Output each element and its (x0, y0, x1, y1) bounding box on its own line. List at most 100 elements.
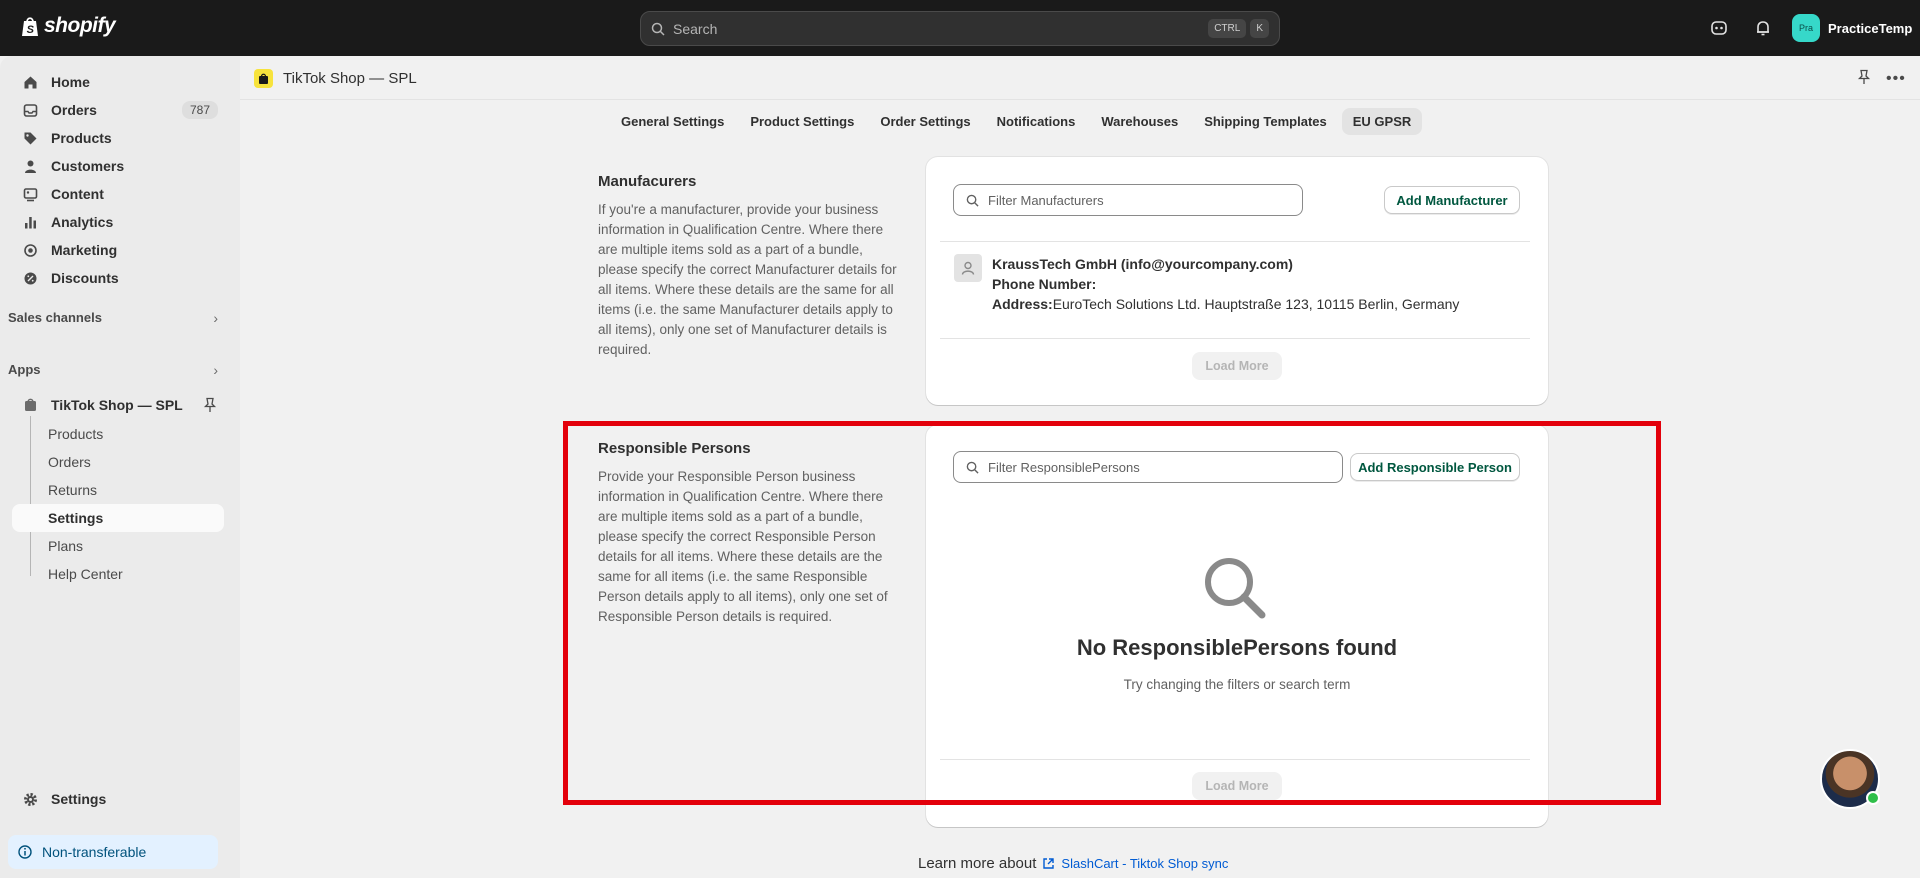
sidebar-item-products[interactable]: Products (12, 125, 224, 151)
sidebar-item-label: Marketing (51, 242, 118, 258)
tab-product-settings[interactable]: Product Settings (739, 108, 865, 135)
tab-notifications[interactable]: Notifications (986, 108, 1087, 135)
sidebar-item-customers[interactable]: Customers (12, 153, 224, 179)
person-icon (22, 158, 38, 174)
tag-icon (22, 130, 38, 146)
more-options-icon[interactable]: ••• (1886, 70, 1906, 88)
tiktok-shop-logo (254, 69, 273, 88)
sidebar-subitem-settings[interactable]: Settings (48, 510, 103, 526)
orders-count-badge: 787 (181, 101, 218, 119)
pin-icon[interactable] (1857, 69, 1871, 90)
bell-icon[interactable] (1753, 18, 1773, 38)
learn-more-text: Learn more about (918, 855, 1037, 872)
user-name: PracticeTemp (1828, 20, 1913, 36)
search-bar[interactable]: Search CTRL K (640, 11, 1280, 46)
sidebar-subitem-products[interactable]: Products (48, 426, 103, 442)
tab-order-settings[interactable]: Order Settings (869, 108, 981, 135)
sidebar: Home Orders 787 Products Customers Conte… (0, 56, 240, 878)
sidebar-item-content[interactable]: Content (12, 181, 224, 207)
chevron-right-icon[interactable]: › (213, 362, 218, 378)
tab-shipping-templates[interactable]: Shipping Templates (1193, 108, 1338, 135)
sidebar-item-label: Analytics (51, 214, 114, 230)
search-placeholder: Search (673, 20, 718, 37)
address-label: Address: (992, 296, 1053, 312)
discount-icon (22, 270, 38, 286)
shopify-logo[interactable]: S shopify (20, 14, 116, 38)
external-link-icon (1043, 858, 1055, 869)
app-header: TikTok Shop — SPL ••• (240, 56, 1920, 100)
manufacturers-title: Manufacurers (598, 173, 697, 190)
search-icon (651, 22, 665, 36)
phone-label: Phone Number: (992, 276, 1097, 292)
online-status-indicator (1866, 791, 1880, 805)
sales-channels-heading[interactable]: Sales channels (8, 310, 102, 325)
sidebar-item-label: Discounts (51, 270, 119, 286)
tab-eu-gpsr[interactable]: EU GPSR (1341, 108, 1423, 135)
support-chat-avatar[interactable] (1820, 749, 1880, 809)
learn-more: Learn more about SlashCart - Tiktok Shop… (918, 855, 1228, 872)
svg-text:S: S (27, 24, 35, 36)
avatar: Pra (1792, 14, 1820, 42)
tab-general-settings[interactable]: General Settings (610, 108, 735, 135)
add-manufacturer-button[interactable]: Add Manufacturer (1384, 186, 1520, 214)
shortcut-hint: CTRL K (1208, 19, 1269, 38)
apps-heading[interactable]: Apps (8, 362, 41, 377)
shortcut-key-k: K (1250, 19, 1269, 38)
address-value: EuroTech Solutions Ltd. Hauptstraße 123,… (1052, 296, 1460, 312)
sidebar-item-settings[interactable]: Settings (12, 786, 224, 812)
divider (940, 241, 1530, 242)
load-more-button[interactable]: Load More (1192, 352, 1282, 380)
sidebar-item-orders[interactable]: Orders 787 (12, 97, 224, 123)
sidebar-item-discounts[interactable]: Discounts (12, 265, 224, 291)
manufacturer-avatar-icon (954, 254, 982, 282)
filter-manufacturers-input[interactable]: Filter Manufacturers (953, 184, 1303, 216)
home-icon (22, 74, 38, 90)
brand-name: shopify (44, 14, 116, 37)
slashcart-link[interactable]: SlashCart - Tiktok Shop sync (1061, 856, 1228, 871)
settings-tabs: General Settings Product Settings Order … (610, 108, 1423, 135)
divider (940, 338, 1530, 339)
gear-icon (22, 791, 38, 807)
sidebar-item-marketing[interactable]: Marketing (12, 237, 224, 263)
orders-icon (22, 102, 38, 118)
pin-icon[interactable] (203, 397, 217, 418)
sidebar-item-tiktok-app[interactable]: TikTok Shop — SPL (12, 392, 224, 418)
app-bag-icon (22, 397, 38, 413)
info-icon (18, 845, 32, 859)
tree-line (30, 416, 31, 576)
manufacturers-card: Filter Manufacturers Add Manufacturer Kr… (926, 157, 1548, 405)
sidebar-item-label: Products (51, 130, 112, 146)
manufacturer-name: KraussTech GmbH (info@yourcompany.com) (992, 256, 1293, 272)
bar-chart-icon (22, 214, 38, 230)
manufacturers-description: If you're a manufacturer, provide your b… (598, 202, 897, 357)
sidebar-item-label: Settings (51, 791, 107, 807)
sidebar-item-analytics[interactable]: Analytics (12, 209, 224, 235)
user-menu[interactable]: Pra PracticeTemp (1792, 14, 1912, 42)
chevron-right-icon[interactable]: › (213, 310, 218, 326)
sidebar-item-label: Orders (51, 102, 97, 118)
manufacturer-entry: KraussTech GmbH (info@yourcompany.com) P… (992, 254, 1459, 314)
sidebar-subitem-plans[interactable]: Plans (48, 538, 83, 554)
assistant-icon[interactable] (1709, 18, 1729, 38)
non-transferable-label: Non-transferable (42, 844, 147, 860)
top-bar: S shopify Search CTRL K Pra PracticeTemp (0, 0, 1920, 56)
filter-placeholder: Filter Manufacturers (988, 192, 1104, 208)
highlight-box (563, 421, 1661, 805)
target-icon (22, 242, 38, 258)
content-icon (22, 186, 38, 202)
active-subitem-bg (12, 504, 224, 532)
app-title-text: TikTok Shop — SPL (283, 70, 417, 87)
sidebar-subitem-returns[interactable]: Returns (48, 482, 97, 498)
sidebar-item-home[interactable]: Home (12, 69, 224, 95)
non-transferable-banner[interactable]: Non-transferable (8, 835, 218, 869)
shortcut-key-ctrl: CTRL (1208, 19, 1247, 38)
shopify-bag-icon: S (22, 17, 38, 36)
search-icon (966, 194, 979, 207)
sidebar-subitem-orders[interactable]: Orders (48, 454, 91, 470)
tab-warehouses[interactable]: Warehouses (1090, 108, 1189, 135)
sidebar-subitem-help-center[interactable]: Help Center (48, 566, 123, 582)
sidebar-item-label: Customers (51, 158, 125, 174)
sidebar-item-label: Home (51, 74, 90, 90)
sidebar-item-label: TikTok Shop — SPL (51, 397, 183, 413)
sidebar-item-label: Content (51, 186, 104, 202)
